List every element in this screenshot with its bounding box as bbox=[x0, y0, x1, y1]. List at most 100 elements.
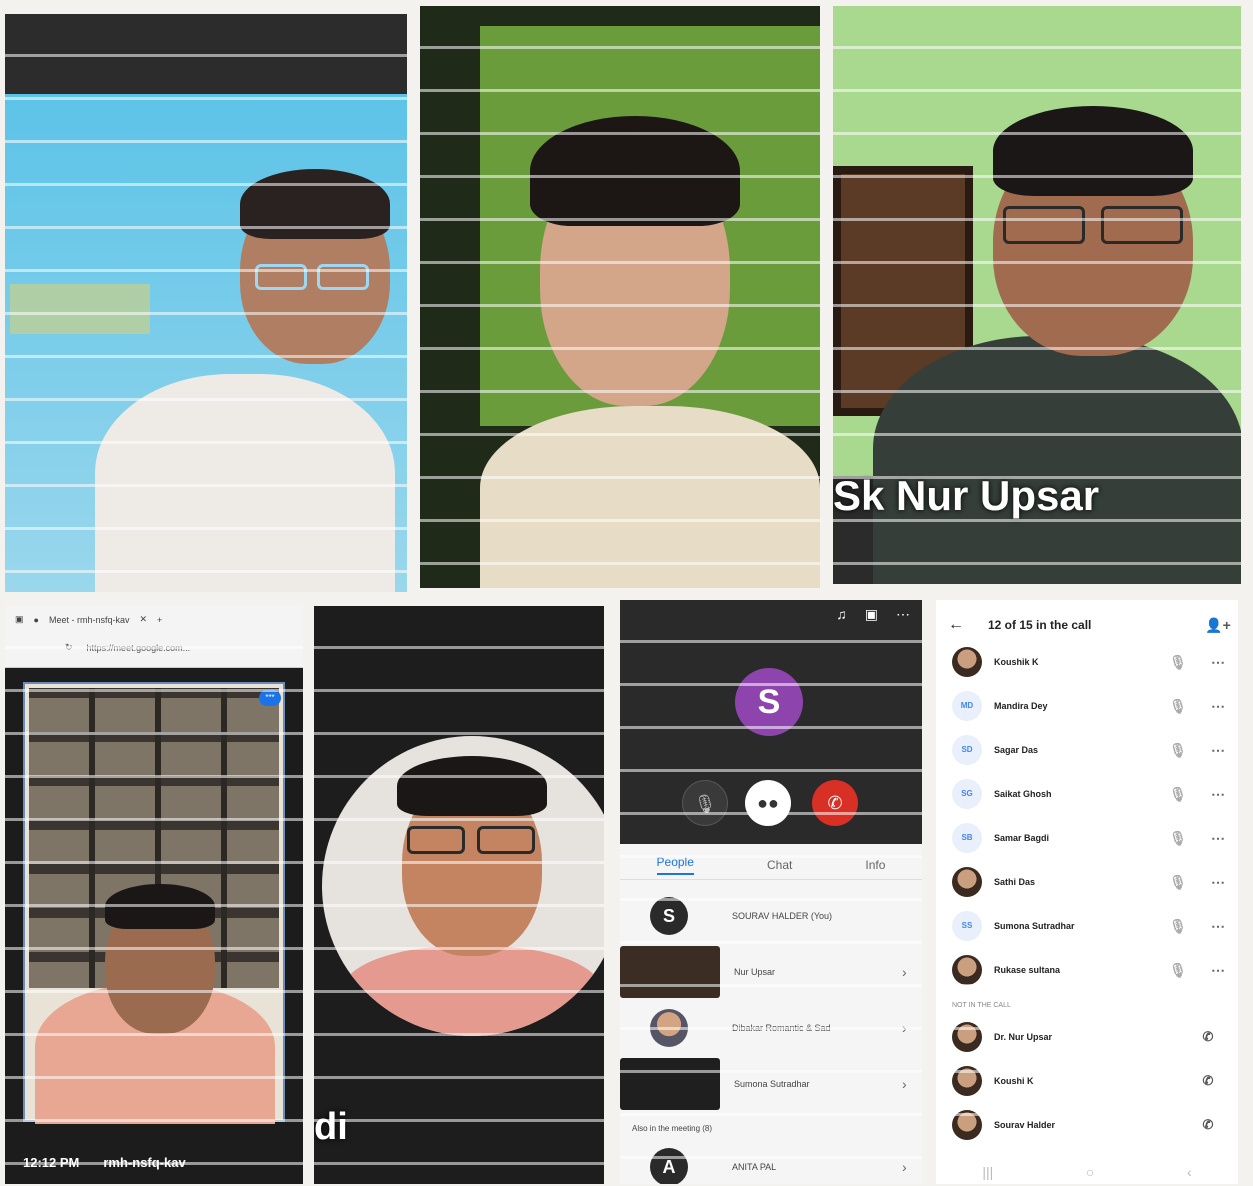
participant-name: SOURAV HALDER (You) bbox=[732, 911, 833, 921]
more-icon[interactable]: ⋯ bbox=[896, 606, 910, 623]
more-icon[interactable]: ⋯ bbox=[1198, 654, 1238, 671]
member-list: Koushik K 🎙 ⋯ MD Mandira Dey 🎙 ⋯ SD Saga… bbox=[936, 640, 1238, 1147]
participant-thumbnail bbox=[620, 946, 720, 998]
browser-url-row: ↻ https://meet.google.com... bbox=[65, 642, 190, 653]
address-bar[interactable]: https://meet.google.com... bbox=[87, 643, 191, 653]
more-icon[interactable]: ⋯ bbox=[1198, 962, 1238, 979]
mic-icon[interactable]: 🎙 bbox=[1158, 654, 1198, 671]
avatar: MD bbox=[952, 691, 982, 721]
chevron-right-icon[interactable]: › bbox=[902, 1020, 922, 1036]
phone-icon[interactable]: ✆ bbox=[1178, 1029, 1238, 1045]
self-avatar: S bbox=[735, 668, 803, 736]
participant-thumbnail bbox=[620, 1058, 720, 1110]
video-tile-participant-3: Sk Nur Upsar bbox=[833, 6, 1241, 584]
mic-icon[interactable]: 🎙 bbox=[1158, 830, 1198, 847]
avatar: S bbox=[650, 897, 688, 935]
more-icon[interactable]: ⋯ bbox=[1198, 698, 1238, 715]
chevron-right-icon[interactable]: › bbox=[902, 1159, 922, 1175]
chevron-right-icon[interactable]: › bbox=[902, 964, 922, 980]
back-icon[interactable]: ‹ bbox=[1187, 1164, 1192, 1180]
member-row[interactable]: SS Sumona Sutradhar 🎙 ⋯ bbox=[936, 904, 1238, 948]
member-row[interactable]: Rukase sultana 🎙 ⋯ bbox=[936, 948, 1238, 992]
member-name: Dr. Nur Upsar bbox=[994, 1032, 1053, 1042]
window-icon[interactable]: ▣ bbox=[15, 614, 24, 625]
camera-toggle-button[interactable]: ●● bbox=[745, 780, 791, 826]
video-tile-participant-2 bbox=[420, 6, 820, 588]
people-count-title: 12 of 15 in the call bbox=[988, 618, 1092, 632]
mic-icon[interactable]: 🎙 bbox=[1158, 786, 1198, 803]
more-icon[interactable]: ⋯ bbox=[1198, 742, 1238, 759]
participant-name: Sumona Sutradhar bbox=[734, 1079, 810, 1089]
video-tile-participant-1 bbox=[5, 14, 407, 592]
participant-name-overlay: Sk Nur Upsar bbox=[833, 472, 1100, 519]
member-name: Sagar Das bbox=[994, 745, 1039, 755]
participant-name: ANITA PAL bbox=[732, 1162, 777, 1172]
android-nav-bar: ||| ○ ‹ bbox=[936, 1164, 1238, 1180]
mic-icon[interactable]: 🎙 bbox=[1158, 698, 1198, 715]
avatar bbox=[952, 867, 982, 897]
mic-icon[interactable]: 🎙 bbox=[1158, 962, 1198, 979]
tab-info[interactable]: Info bbox=[865, 858, 885, 872]
reload-icon[interactable]: ↻ bbox=[65, 642, 73, 653]
member-name: Samar Bagdi bbox=[994, 833, 1050, 843]
panel-tabs: People Chat Info bbox=[620, 850, 922, 880]
tab-chat[interactable]: Chat bbox=[767, 858, 792, 872]
recent-apps-icon[interactable]: ||| bbox=[982, 1164, 993, 1180]
switch-camera-icon[interactable]: ▣ bbox=[865, 606, 878, 623]
list-item[interactable]: Nur Upsar › bbox=[620, 944, 922, 1000]
tab-people[interactable]: People bbox=[656, 855, 694, 875]
participant-name: Dibakar Romantic & Sad bbox=[732, 1023, 831, 1033]
phone-icon[interactable]: ✆ bbox=[1178, 1117, 1238, 1133]
avatar: SG bbox=[952, 779, 982, 809]
more-icon[interactable]: ⋯ bbox=[1198, 786, 1238, 803]
end-call-button[interactable]: ✆ bbox=[812, 780, 858, 826]
member-row[interactable]: MD Mandira Dey 🎙 ⋯ bbox=[936, 684, 1238, 728]
meeting-code: rmh-nsfq-kav bbox=[103, 1155, 186, 1170]
mobile-call-screen: ♫ ▣ ⋯ S 🎙 ●● ✆ People Chat Info S SOURAV… bbox=[620, 600, 922, 1184]
member-row[interactable]: Koushi K ✆ bbox=[936, 1059, 1238, 1103]
more-icon[interactable]: ⋯ bbox=[1198, 874, 1238, 891]
member-row[interactable]: SD Sagar Das 🎙 ⋯ bbox=[936, 728, 1238, 772]
meeting-time: 12:12 PM bbox=[23, 1155, 80, 1170]
browser-tab-title[interactable]: Meet - rmh-nsfq-kav bbox=[49, 615, 130, 625]
arrow-left-icon[interactable]: ← bbox=[936, 616, 976, 634]
phone-icon[interactable]: ✆ bbox=[1178, 1073, 1238, 1089]
member-name: Koushi K bbox=[994, 1076, 1034, 1086]
browser-chrome: ▣ ● Meet - rmh-nsfq-kav ✕ + ↻ https://me… bbox=[5, 606, 303, 668]
member-row[interactable]: Koushik K 🎙 ⋯ bbox=[936, 640, 1238, 684]
list-item[interactable]: S SOURAV HALDER (You) bbox=[620, 888, 922, 944]
more-icon[interactable]: ⋯ bbox=[1198, 830, 1238, 847]
avatar: A bbox=[650, 1148, 688, 1184]
member-name: Sumona Sutradhar bbox=[994, 921, 1075, 931]
mic-icon[interactable]: 🎙 bbox=[1158, 742, 1198, 759]
browser-meet-window: ▣ ● Meet - rmh-nsfq-kav ✕ + ↻ https://me… bbox=[5, 606, 303, 1184]
mic-toggle-button[interactable]: 🎙 bbox=[682, 780, 728, 826]
participant-video bbox=[23, 682, 285, 1124]
participant-circle-video bbox=[322, 736, 604, 1036]
list-item[interactable]: A ANITA PAL › bbox=[620, 1139, 922, 1184]
mic-icon[interactable]: 🎙 bbox=[1158, 918, 1198, 935]
member-row[interactable]: Sathi Das 🎙 ⋯ bbox=[936, 860, 1238, 904]
chevron-right-icon[interactable]: › bbox=[902, 1076, 922, 1092]
home-icon[interactable]: ○ bbox=[1086, 1164, 1094, 1180]
member-row[interactable]: SG Saikat Ghosh 🎙 ⋯ bbox=[936, 772, 1238, 816]
new-tab-icon[interactable]: + bbox=[157, 615, 162, 625]
mic-icon[interactable]: 🎙 bbox=[1158, 874, 1198, 891]
avatar bbox=[952, 955, 982, 985]
member-row[interactable]: Sourav Halder ✆ bbox=[936, 1103, 1238, 1147]
close-tab-icon[interactable]: ✕ bbox=[139, 614, 147, 625]
member-row[interactable]: SB Samar Bagdi 🎙 ⋯ bbox=[936, 816, 1238, 860]
headphones-icon[interactable]: ♫ bbox=[836, 606, 847, 623]
meet-footer: 12:12 PM rmh-nsfq-kav bbox=[23, 1155, 186, 1170]
self-view-area: ♫ ▣ ⋯ S 🎙 ●● ✆ bbox=[620, 600, 922, 844]
list-item[interactable]: Sumona Sutradhar › bbox=[620, 1056, 922, 1112]
also-in-meeting-label: Also in the meeting (8) bbox=[632, 1124, 713, 1133]
avatar bbox=[952, 1022, 982, 1052]
tab-favicon-icon: ● bbox=[33, 614, 39, 625]
member-row[interactable]: Dr. Nur Upsar ✆ bbox=[936, 1015, 1238, 1059]
add-person-icon[interactable]: 👤+ bbox=[1198, 617, 1238, 634]
people-panel-header: ← 12 of 15 in the call 👤+ bbox=[936, 610, 1238, 640]
list-item[interactable]: Dibakar Romantic & Sad › bbox=[620, 1000, 922, 1056]
wall-sign bbox=[10, 284, 150, 334]
more-icon[interactable]: ⋯ bbox=[1198, 918, 1238, 935]
